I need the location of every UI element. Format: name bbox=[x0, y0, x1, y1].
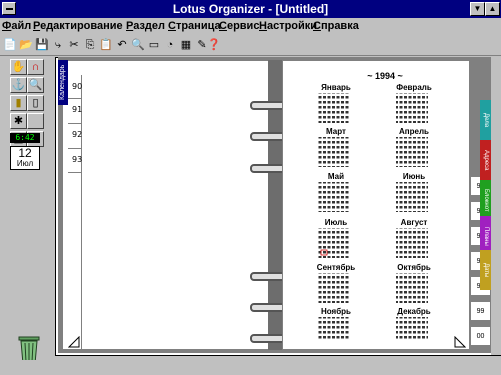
day-tab[interactable]: 99 bbox=[471, 301, 491, 321]
box-icon[interactable]: ▮ bbox=[10, 95, 27, 111]
day-number: 93 bbox=[72, 155, 83, 164]
day-divider bbox=[68, 98, 82, 99]
notes-icon[interactable]: ▭ bbox=[146, 37, 162, 53]
day-tab[interactable]: 00 bbox=[471, 326, 491, 346]
day-number: 90 bbox=[72, 82, 83, 91]
menu-edit[interactable]: Редактирование bbox=[33, 20, 123, 32]
zoom-icon[interactable]: 🔍 bbox=[27, 77, 44, 93]
anchor-icon[interactable]: ⚓ bbox=[10, 77, 27, 93]
tool-panel: ✋ ∩ ⚓ 🔍 ▮ ▯ ✱ ▦ ✓ bbox=[0, 56, 45, 375]
help-icon[interactable]: ❓ bbox=[206, 37, 222, 53]
day-divider bbox=[68, 123, 82, 124]
tab-dela[interactable]: Дела bbox=[480, 100, 491, 140]
save-icon[interactable]: 💾 bbox=[34, 37, 50, 53]
menu-settings[interactable]: Настройки bbox=[259, 20, 317, 32]
paste-icon[interactable]: 📋 bbox=[98, 37, 114, 53]
clock-icon[interactable]: ◔ bbox=[162, 37, 178, 53]
clock-display: 6:42 bbox=[10, 133, 40, 143]
day-divider bbox=[68, 172, 82, 173]
day-number: 91 bbox=[72, 105, 83, 114]
day-divider bbox=[68, 148, 82, 149]
tab-daty[interactable]: Даты bbox=[480, 250, 491, 290]
menu-service[interactable]: Сервис bbox=[219, 20, 259, 32]
cut-icon[interactable]: ✂ bbox=[66, 37, 82, 53]
menu-page[interactable]: Страница bbox=[168, 20, 221, 32]
day-column bbox=[68, 75, 82, 350]
calendar-section-tab[interactable]: Календарь bbox=[58, 60, 68, 105]
page-icon[interactable]: ▯ bbox=[27, 95, 44, 111]
title-bar: Lotus Organizer - [Untitled] ▼ ▲ bbox=[0, 0, 501, 18]
undo-icon[interactable]: ↶ bbox=[114, 37, 130, 53]
left-page[interactable] bbox=[62, 60, 272, 350]
print-icon[interactable]: ⤷ bbox=[50, 37, 66, 53]
open-icon[interactable]: 📂 bbox=[18, 37, 34, 53]
menu-file[interactable]: Файл bbox=[2, 20, 31, 32]
vertical-scrollbar[interactable] bbox=[491, 57, 501, 355]
page-turn-right-icon[interactable] bbox=[454, 336, 466, 348]
day-number: 92 bbox=[72, 130, 83, 139]
calendar-icon[interactable]: ▦ bbox=[178, 37, 194, 53]
tools-icon[interactable]: ✱ bbox=[10, 113, 27, 129]
minimize-button[interactable]: ▼ bbox=[470, 2, 485, 16]
date-widget[interactable]: 12 Июл bbox=[10, 146, 40, 170]
year-mini-calendars bbox=[318, 93, 428, 341]
toolbar: 📄 📂 💾 ⤷ ✂ ⎘ 📋 ↶ 🔍 ▭ ◔ ▦ ✎ ❓ bbox=[0, 35, 501, 56]
menu-section[interactable]: Раздел bbox=[126, 20, 165, 32]
menu-bar: Файл Редактирование Раздел Страница Серв… bbox=[0, 18, 501, 35]
menu-help[interactable]: Справка bbox=[313, 20, 359, 32]
date-day: 12 bbox=[18, 146, 32, 160]
tab-adresa[interactable]: Адреса bbox=[480, 140, 491, 180]
maximize-button[interactable]: ▲ bbox=[485, 2, 500, 16]
find-icon[interactable]: 🔍 bbox=[130, 37, 146, 53]
status-bar bbox=[0, 360, 501, 375]
date-month: Июл bbox=[16, 159, 34, 168]
magnet-icon[interactable]: ∩ bbox=[27, 59, 44, 75]
window-title: Lotus Organizer - [Untitled] bbox=[172, 2, 329, 16]
copy-icon[interactable]: ⎘ bbox=[82, 37, 98, 53]
hand-icon[interactable]: ✋ bbox=[10, 59, 27, 75]
new-icon[interactable]: 📄 bbox=[2, 37, 18, 53]
blank-tool-icon[interactable] bbox=[27, 113, 44, 129]
tab-bloknot[interactable]: Блокнот bbox=[480, 180, 491, 220]
page-turn-left-icon[interactable] bbox=[68, 336, 80, 348]
